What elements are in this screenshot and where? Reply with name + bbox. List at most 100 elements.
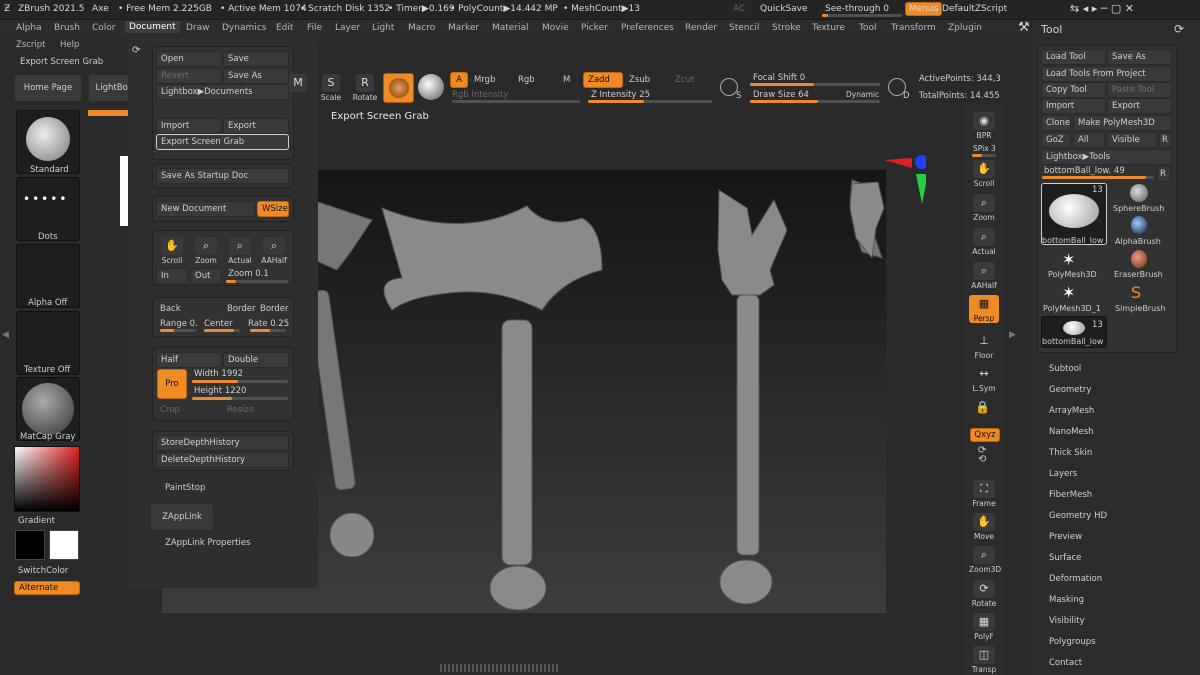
subpalette-layers[interactable]: Layers — [1049, 469, 1077, 479]
paintstop-button[interactable]: PaintStop — [165, 483, 205, 493]
menu-alpha[interactable]: Alpha — [16, 23, 42, 33]
frame-button[interactable]: ⛶ Frame — [969, 480, 999, 508]
simplebrush-icon[interactable]: S — [1131, 283, 1141, 302]
transp-button[interactable]: ◫ Transp — [969, 646, 999, 674]
refresh-tool-icon[interactable]: ⟳ — [1174, 22, 1184, 36]
bottom-tray-handle[interactable] — [440, 664, 560, 672]
menu-material[interactable]: Material — [492, 23, 529, 33]
ac-toggle[interactable]: AC — [733, 4, 745, 14]
lsym-button[interactable]: ↔ L.Sym — [969, 365, 999, 393]
z-intensity-slider[interactable]: Z Intensity 25 — [591, 90, 650, 100]
move-tool-button[interactable]: M — [286, 74, 310, 93]
lightbox-documents-button[interactable]: Lightbox▶Documents — [156, 84, 289, 100]
subpalette-thick-skin[interactable]: Thick Skin — [1049, 448, 1092, 458]
rate-slider[interactable]: Rate 0.25 — [248, 319, 289, 329]
zapplink-button[interactable]: ZAppLink — [150, 503, 214, 531]
spix-slider[interactable]: SPix 3 — [973, 144, 996, 153]
doc-zoom-button[interactable]: ⌕ Zoom — [191, 237, 221, 265]
range-slider[interactable]: Range 0. — [160, 319, 198, 329]
zoom-in-button[interactable]: In — [156, 268, 188, 284]
move-button[interactable]: ✋ Move — [969, 513, 999, 541]
tool-save-as-button[interactable]: Save As — [1107, 49, 1172, 65]
switchcolor-button[interactable]: SwitchColor — [18, 566, 68, 576]
tool-label-simplebrush[interactable]: SimpleBrush — [1115, 304, 1165, 313]
left-tray-toggle-icon[interactable]: ◀ — [2, 330, 10, 360]
goz-all-button[interactable]: All — [1073, 132, 1105, 148]
import-button[interactable]: Import — [156, 118, 222, 134]
subpalette-fibermesh[interactable]: FiberMesh — [1049, 490, 1092, 500]
doc-actual-button[interactable]: ⌕ Actual — [225, 237, 255, 265]
tool-export-button[interactable]: Export — [1107, 98, 1172, 114]
navigation-head-icon[interactable] — [846, 178, 886, 260]
lock-icon[interactable]: 🔒 — [975, 400, 990, 414]
zoom-button[interactable]: ⌕ Zoom — [969, 194, 999, 222]
load-tools-from-project-button[interactable]: Load Tools From Project — [1041, 66, 1172, 82]
tool-label-polymesh3d[interactable]: PolyMesh3D — [1048, 270, 1097, 279]
zsub-button[interactable]: Zsub — [629, 75, 650, 85]
subpalette-visibility[interactable]: Visibility — [1049, 616, 1085, 626]
menu-stencil[interactable]: Stencil — [729, 23, 759, 33]
tool-import-button[interactable]: Import — [1041, 98, 1106, 114]
menu-render[interactable]: Render — [685, 23, 717, 33]
revert-button[interactable]: Revert — [156, 68, 222, 84]
save-as-button[interactable]: Save As — [223, 68, 289, 84]
see-through-slider[interactable]: See-through 0 — [825, 4, 889, 14]
menu-help[interactable]: Help — [60, 40, 79, 50]
tool-r-button[interactable]: R — [1157, 166, 1171, 182]
polymesh3d-1-star-icon[interactable]: ✶ — [1062, 283, 1075, 302]
half-button[interactable]: Half — [156, 352, 222, 368]
menu-tool[interactable]: Tool — [859, 23, 876, 33]
actual-button[interactable]: ⌕ Actual — [969, 228, 999, 256]
doc-scroll-button[interactable]: ✋ Scroll — [157, 237, 187, 265]
border-label-1[interactable]: Border — [227, 304, 256, 314]
quicksave-button[interactable]: QuickSave — [760, 4, 808, 14]
zoom-out-button[interactable]: Out — [190, 268, 222, 284]
lightbox-tools-button[interactable]: Lightbox▶Tools — [1041, 149, 1172, 165]
goz-r-button[interactable]: R — [1159, 132, 1172, 148]
resize-button[interactable]: Resize — [227, 405, 254, 415]
subpalette-polygroups[interactable]: Polygroups — [1049, 637, 1096, 647]
menu-layer[interactable]: Layer — [335, 23, 360, 33]
secondary-color-swatch[interactable] — [15, 530, 45, 560]
zcut-button[interactable]: Zcut — [675, 75, 694, 85]
copy-tool-button[interactable]: Copy Tool — [1041, 82, 1106, 98]
rotate-button[interactable]: ⟳ Rotate — [969, 580, 999, 608]
double-button[interactable]: Double — [223, 352, 289, 368]
paste-tool-button[interactable]: Paste Tool — [1107, 82, 1172, 98]
draw-size-slider[interactable]: Draw Size 64 — [753, 90, 809, 100]
menu-zplugin[interactable]: Zplugin — [948, 23, 982, 33]
a-toggle[interactable]: A — [450, 72, 468, 88]
goz-button[interactable]: GoZ — [1041, 132, 1071, 148]
gradient-label[interactable]: Gradient — [18, 516, 55, 526]
menu-draw[interactable]: Draw — [186, 23, 210, 33]
bpr-button[interactable]: ◉ BPR — [969, 112, 999, 140]
doc-aahalf-button[interactable]: ⌕ AAHalf — [259, 237, 289, 265]
menu-brush[interactable]: Brush — [54, 23, 80, 33]
mrgb-button[interactable]: Mrgb — [474, 75, 495, 85]
scroll-button[interactable]: ✋ Scroll — [969, 160, 999, 188]
zoom3d-button[interactable]: ⌕ Zoom3D — [969, 546, 1001, 574]
pro-toggle[interactable]: Pro — [157, 369, 187, 399]
wsize-button[interactable]: WSize — [257, 201, 289, 217]
subpalette-nanomesh[interactable]: NanoMesh — [1049, 427, 1094, 437]
export-screen-grab-button[interactable]: Export Screen Grab — [156, 134, 289, 150]
menu-light[interactable]: Light — [372, 23, 394, 33]
subpalette-subtool[interactable]: Subtool — [1049, 364, 1081, 374]
default-zscript-button[interactable]: DefaultZScript — [942, 4, 1007, 14]
tool-label-spherebrush[interactable]: SphereBrush — [1113, 204, 1164, 213]
home-page-button[interactable]: Home Page — [14, 74, 82, 102]
qxyz-button[interactable]: Qxyz — [970, 428, 1000, 442]
menu-transform[interactable]: Transform — [891, 23, 936, 33]
open-button[interactable]: Open — [156, 51, 222, 67]
primary-color-swatch[interactable] — [49, 530, 79, 560]
zoom-slider[interactable] — [226, 280, 288, 283]
menu-dynamics[interactable]: Dynamics — [222, 23, 266, 33]
menu-document[interactable]: Document — [125, 21, 180, 33]
menu-macro[interactable]: Macro — [408, 23, 435, 33]
polymesh3d-star-icon[interactable]: ✶ — [1062, 250, 1075, 269]
alphabrush-icon[interactable] — [1131, 216, 1147, 234]
refresh-icon[interactable]: ⟳ — [132, 45, 140, 56]
menu-file[interactable]: File — [307, 23, 322, 33]
export-button[interactable]: Export — [223, 118, 289, 134]
current-tool-slider[interactable]: bottomBall_low. 49 — [1044, 166, 1125, 176]
